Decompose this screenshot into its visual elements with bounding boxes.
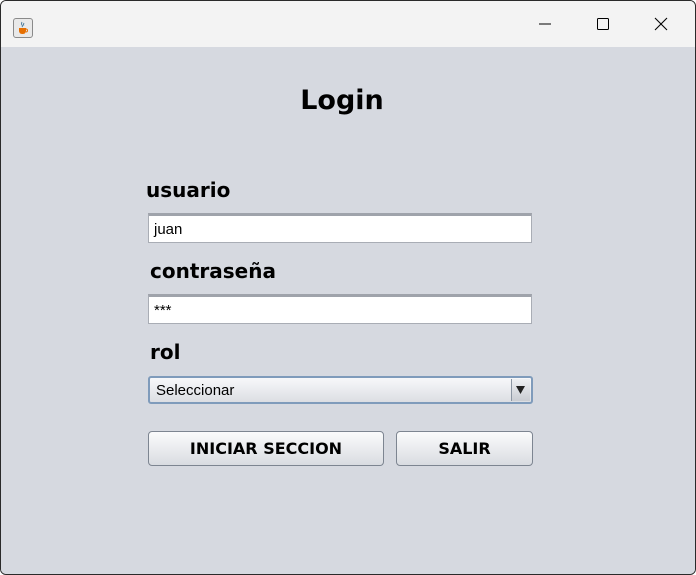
role-select-arrow-button[interactable] bbox=[511, 379, 530, 401]
login-panel: Login usuario juan contraseña *** rol Se… bbox=[1, 47, 695, 574]
app-window: Login usuario juan contraseña *** rol Se… bbox=[0, 0, 696, 575]
chevron-down-icon bbox=[516, 386, 525, 394]
minimize-icon bbox=[539, 23, 551, 25]
page-title: Login bbox=[300, 85, 384, 116]
role-label: rol bbox=[150, 340, 181, 364]
close-icon bbox=[654, 17, 668, 31]
password-field[interactable]: *** bbox=[148, 294, 532, 324]
username-label: usuario bbox=[146, 178, 231, 202]
password-label: contraseña bbox=[150, 259, 276, 283]
java-cup-icon[interactable] bbox=[13, 18, 33, 38]
role-select-value: Seleccionar bbox=[156, 382, 235, 399]
title-bar[interactable] bbox=[1, 1, 695, 47]
close-button[interactable] bbox=[632, 1, 690, 47]
login-button[interactable]: INICIAR SECCION bbox=[148, 431, 384, 466]
maximize-icon bbox=[597, 18, 609, 30]
role-select[interactable]: Seleccionar bbox=[148, 376, 533, 404]
exit-button[interactable]: SALIR bbox=[396, 431, 533, 466]
maximize-button[interactable] bbox=[574, 1, 632, 47]
username-field[interactable]: juan bbox=[148, 213, 532, 243]
minimize-button[interactable] bbox=[516, 1, 574, 47]
